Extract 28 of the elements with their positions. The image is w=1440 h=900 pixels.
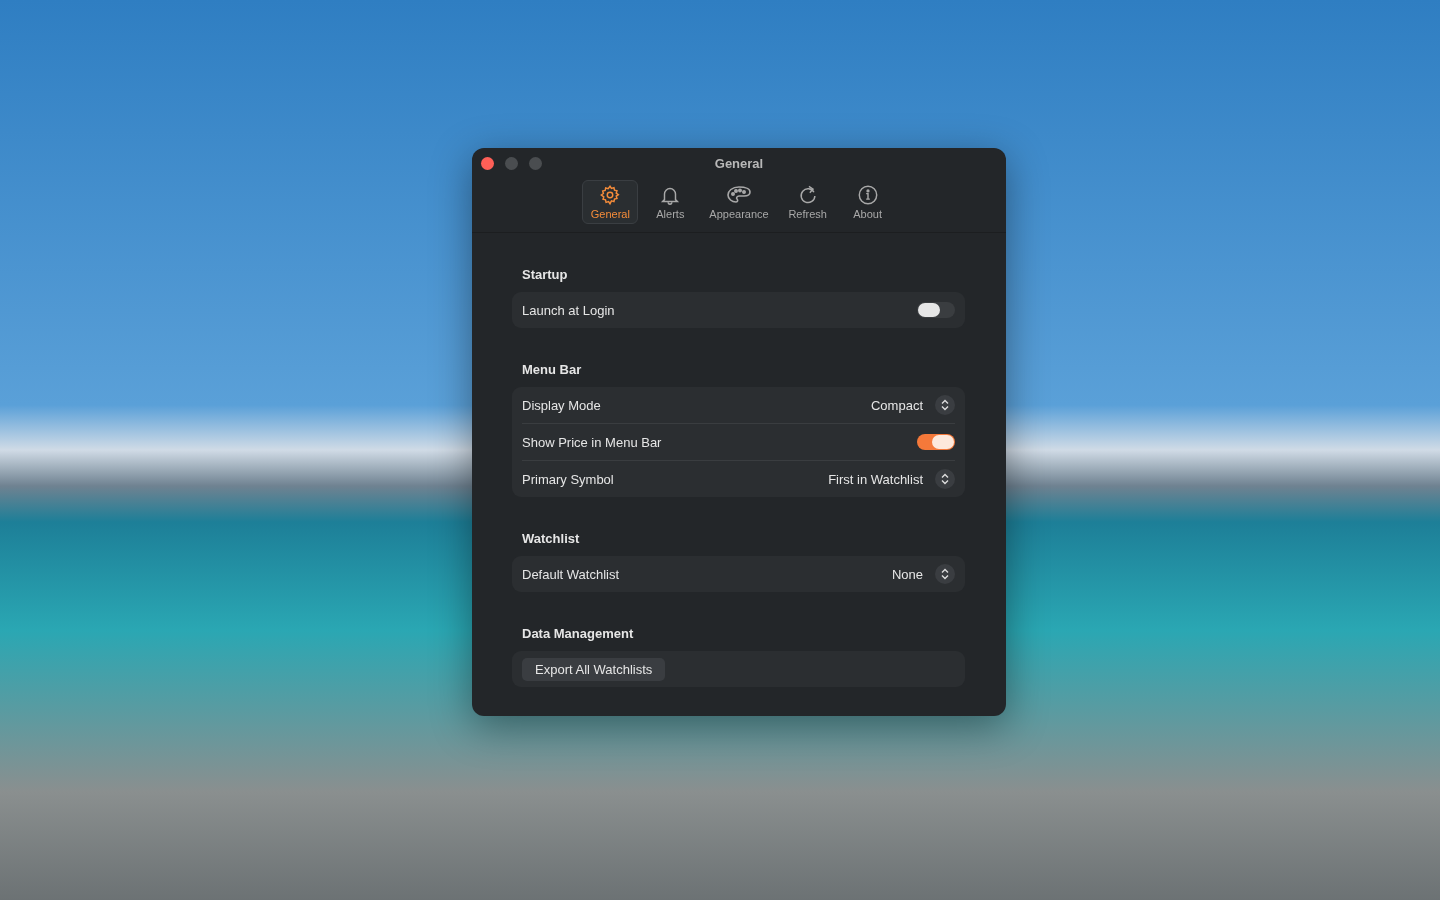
window-title: General [714,155,764,171]
toggle-switch[interactable] [917,434,955,450]
toolbar-tab[interactable]: Refresh [779,180,836,224]
section-title: Watchlist [521,530,581,548]
stepper-chevrons-icon[interactable] [935,469,955,489]
section-title: Startup [521,266,569,284]
toolbar-tab[interactable]: Appearance [702,180,776,224]
setting-label: Primary Symbol [522,471,615,487]
setting-label: Show Price in Menu Bar [522,434,663,450]
stepper-chevrons-icon[interactable] [935,564,955,584]
setting-label: Launch at Login [522,302,616,318]
setting-label: Default Watchlist [522,566,621,582]
section-title: Data Management [521,625,635,643]
popup-value[interactable]: First in Watchlist [828,471,923,487]
stepper-chevrons-icon[interactable] [935,395,955,415]
popup-value[interactable]: Compact [870,397,923,413]
info-icon [856,184,879,206]
gear-icon [599,184,622,206]
palette-icon [726,184,752,206]
close-button[interactable] [481,157,494,170]
toolbar-tab[interactable]: About [839,180,896,224]
section-title: Menu Bar [521,361,583,379]
toggle-switch[interactable] [917,302,955,318]
popup-value[interactable]: None [891,566,923,582]
setting-label: Display Mode [522,397,602,413]
toolbar-tab[interactable]: Alerts [642,180,699,224]
toolbar-tab[interactable]: General [582,180,639,224]
export-button[interactable]: Export All Watchlists [522,657,666,681]
